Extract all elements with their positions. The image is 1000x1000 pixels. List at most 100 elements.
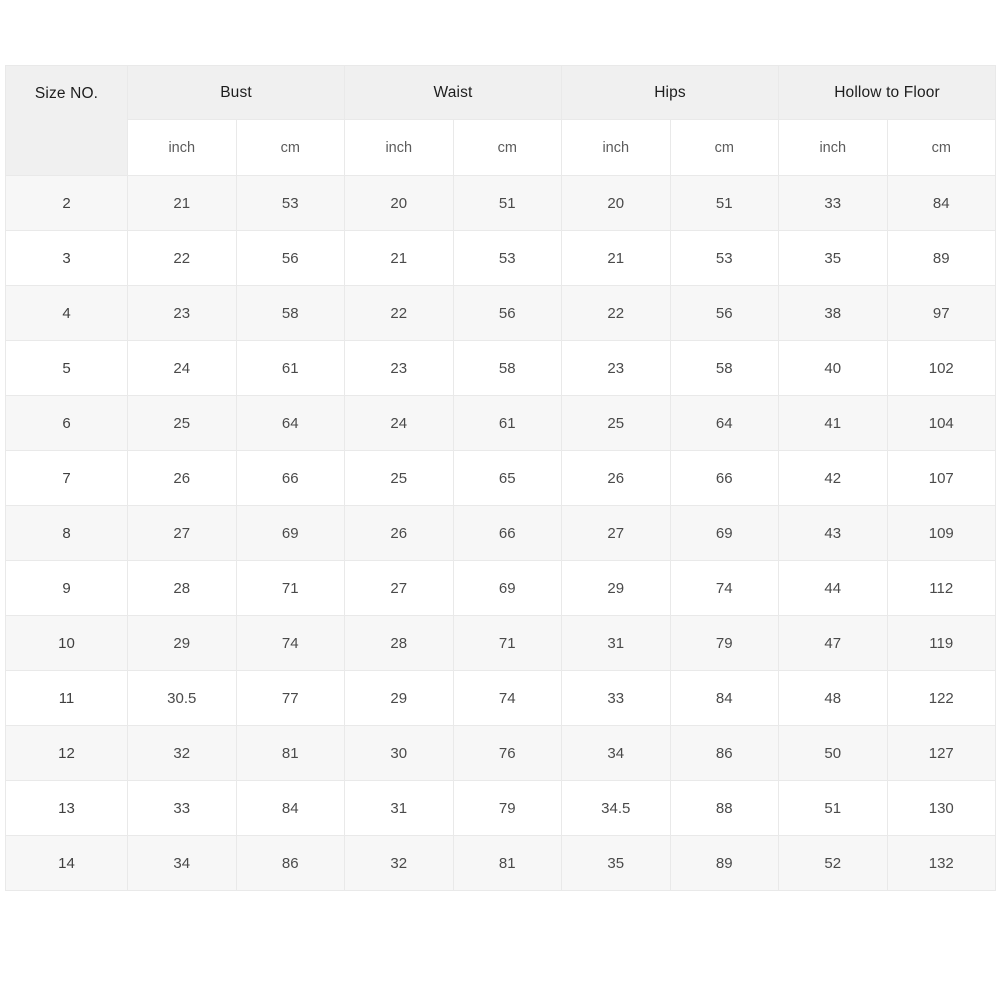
cell-bust-inch: 33 xyxy=(127,780,237,836)
cell-waist-cm: 58 xyxy=(452,340,562,396)
cell-hollow-inch: 47 xyxy=(778,615,888,671)
cell-hips-inch: 26 xyxy=(561,450,671,506)
cell-waist-inch: 22 xyxy=(344,285,454,341)
cell-hips-cm: 66 xyxy=(669,450,780,506)
cell-hips-inch: 25 xyxy=(561,395,671,451)
table-row: 4 23 58 22 56 22 56 38 97 xyxy=(5,285,997,341)
cell-hips-cm: 79 xyxy=(669,615,780,671)
unit-header-hips-cm: cm xyxy=(669,119,780,176)
cell-hips-inch: 21 xyxy=(561,230,671,286)
cell-hips-inch: 34 xyxy=(561,725,671,781)
cell-waist-inch: 20 xyxy=(344,175,454,231)
table-row: 3 22 56 21 53 21 53 35 89 xyxy=(5,230,997,286)
cell-hollow-cm: 102 xyxy=(886,340,997,396)
cell-bust-cm: 71 xyxy=(235,560,345,616)
table-body: 2 21 53 20 51 20 51 33 84 3 22 56 21 53 21 53 35 89 4 23 58 2… xyxy=(5,175,997,891)
cell-waist-cm: 81 xyxy=(452,835,562,891)
cell-hollow-cm: 97 xyxy=(886,285,997,341)
cell-bust-inch: 25 xyxy=(127,395,237,451)
cell-bust-cm: 66 xyxy=(235,450,345,506)
table-row: 11 30.5 77 29 74 33 84 48 122 xyxy=(5,670,997,726)
cell-hollow-cm: 107 xyxy=(886,450,997,506)
cell-bust-inch: 32 xyxy=(127,725,237,781)
size-chart-container: Size NO. Bust Waist Hips Hollow to Floor… xyxy=(5,65,997,891)
table-row: 9 28 71 27 69 29 74 44 112 xyxy=(5,560,997,616)
cell-hips-inch: 27 xyxy=(561,505,671,561)
column-group-header-waist: Waist xyxy=(344,65,562,120)
column-group-header-hips: Hips xyxy=(560,65,780,120)
cell-bust-cm: 69 xyxy=(235,505,345,561)
table-row: 12 32 81 30 76 34 86 50 127 xyxy=(5,725,997,781)
cell-waist-inch: 23 xyxy=(344,340,454,396)
cell-hips-inch: 33 xyxy=(561,670,671,726)
cell-bust-inch: 23 xyxy=(127,285,237,341)
cell-hollow-cm: 132 xyxy=(886,835,997,891)
cell-hollow-inch: 42 xyxy=(778,450,888,506)
cell-waist-cm: 74 xyxy=(452,670,562,726)
cell-size: 12 xyxy=(5,725,128,781)
cell-waist-cm: 65 xyxy=(452,450,562,506)
cell-hips-cm: 64 xyxy=(669,395,780,451)
cell-hollow-inch: 44 xyxy=(778,560,888,616)
unit-header-waist-cm: cm xyxy=(452,119,562,176)
table-row: 14 34 86 32 81 35 89 52 132 xyxy=(5,835,997,891)
cell-bust-inch: 29 xyxy=(127,615,237,671)
cell-hips-cm: 69 xyxy=(669,505,780,561)
cell-bust-cm: 56 xyxy=(235,230,345,286)
cell-hips-cm: 88 xyxy=(669,780,780,836)
cell-waist-inch: 21 xyxy=(344,230,454,286)
cell-hollow-inch: 48 xyxy=(778,670,888,726)
cell-waist-cm: 53 xyxy=(452,230,562,286)
cell-hips-inch: 29 xyxy=(561,560,671,616)
cell-waist-inch: 24 xyxy=(344,395,454,451)
cell-hollow-inch: 40 xyxy=(778,340,888,396)
cell-hollow-inch: 52 xyxy=(778,835,888,891)
unit-header-hollow-cm: cm xyxy=(886,119,997,176)
unit-header-hollow-inch: inch xyxy=(778,119,888,176)
cell-bust-cm: 64 xyxy=(235,395,345,451)
table-header: Size NO. Bust Waist Hips Hollow to Floor… xyxy=(5,65,997,176)
cell-bust-inch: 28 xyxy=(127,560,237,616)
cell-hollow-cm: 119 xyxy=(886,615,997,671)
cell-bust-inch: 34 xyxy=(127,835,237,891)
table-row: 7 26 66 25 65 26 66 42 107 xyxy=(5,450,997,506)
cell-bust-inch: 24 xyxy=(127,340,237,396)
cell-waist-inch: 26 xyxy=(344,505,454,561)
cell-hollow-cm: 130 xyxy=(886,780,997,836)
cell-waist-inch: 27 xyxy=(344,560,454,616)
cell-hips-cm: 58 xyxy=(669,340,780,396)
column-group-header-bust: Bust xyxy=(127,65,345,120)
cell-size: 2 xyxy=(5,175,128,231)
cell-waist-cm: 66 xyxy=(452,505,562,561)
unit-header-hips-inch: inch xyxy=(561,119,671,176)
table-row: 8 27 69 26 66 27 69 43 109 xyxy=(5,505,997,561)
table-row: 10 29 74 28 71 31 79 47 119 xyxy=(5,615,997,671)
cell-bust-inch: 26 xyxy=(127,450,237,506)
cell-hollow-cm: 122 xyxy=(886,670,997,726)
cell-hollow-inch: 50 xyxy=(778,725,888,781)
cell-hips-inch: 20 xyxy=(561,175,671,231)
unit-header-waist-inch: inch xyxy=(344,119,454,176)
cell-bust-cm: 58 xyxy=(235,285,345,341)
cell-bust-cm: 74 xyxy=(235,615,345,671)
size-chart-page: Size NO. Bust Waist Hips Hollow to Floor… xyxy=(0,0,1000,1000)
cell-size: 14 xyxy=(5,835,128,891)
cell-waist-cm: 76 xyxy=(452,725,562,781)
cell-bust-cm: 77 xyxy=(235,670,345,726)
table-row: 2 21 53 20 51 20 51 33 84 xyxy=(5,175,997,231)
cell-waist-cm: 69 xyxy=(452,560,562,616)
cell-hips-cm: 53 xyxy=(669,230,780,286)
cell-hollow-inch: 51 xyxy=(778,780,888,836)
cell-hips-cm: 84 xyxy=(669,670,780,726)
cell-bust-inch: 30.5 xyxy=(127,670,237,726)
cell-hips-cm: 51 xyxy=(669,175,780,231)
cell-hollow-cm: 104 xyxy=(886,395,997,451)
table-row: 13 33 84 31 79 34.5 88 51 130 xyxy=(5,780,997,836)
cell-bust-inch: 21 xyxy=(127,175,237,231)
cell-hollow-cm: 89 xyxy=(886,230,997,286)
column-header-size-no-label: Size NO. xyxy=(34,84,99,102)
cell-waist-inch: 29 xyxy=(344,670,454,726)
cell-hollow-cm: 84 xyxy=(886,175,997,231)
size-chart-table: Size NO. Bust Waist Hips Hollow to Floor… xyxy=(5,65,997,891)
cell-hollow-inch: 35 xyxy=(778,230,888,286)
